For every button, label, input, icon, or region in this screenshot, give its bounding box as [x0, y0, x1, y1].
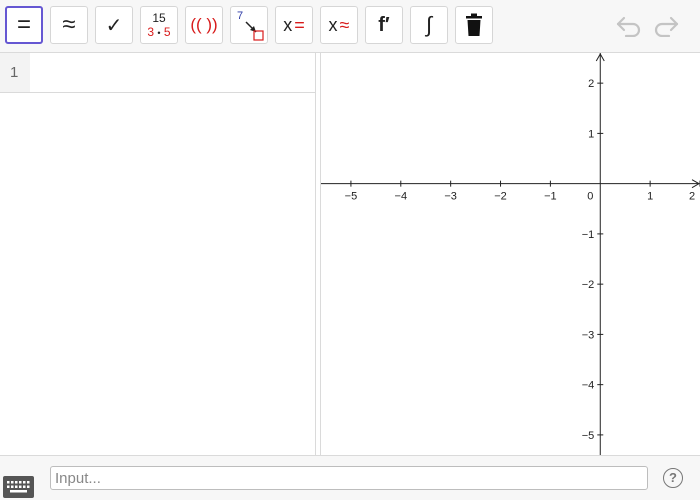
- cas-row-number: 1: [0, 53, 30, 92]
- expand-button[interactable]: (( )): [185, 6, 223, 44]
- keep-input-label: ✓: [105, 14, 123, 37]
- substitute-icon: [245, 21, 264, 41]
- keep-input-button[interactable]: ✓: [95, 6, 133, 44]
- y-tick-label: −2: [582, 279, 595, 291]
- x-tick-label: −2: [494, 191, 507, 203]
- y-tick-label: 1: [588, 128, 594, 140]
- y-tick-label: −5: [582, 430, 595, 442]
- numeric-label: ≈: [62, 11, 76, 38]
- derivative-button[interactable]: f′: [365, 6, 403, 44]
- x-tick-label: −4: [395, 191, 408, 203]
- coordinate-plane: −5 −4 −3 −2 −1 0 1 2 2 1 −1 −2 −3 −4 −5: [321, 52, 700, 455]
- factor-dot: •: [157, 28, 161, 38]
- solve-button[interactable]: x =: [275, 6, 313, 44]
- factor-bottom-right: 5: [163, 25, 171, 39]
- input-field[interactable]: [50, 466, 648, 490]
- nsolve-x: x: [328, 14, 338, 35]
- redo-button[interactable]: [651, 12, 681, 40]
- y-tick-label: −1: [582, 229, 595, 241]
- solve-eq: =: [294, 14, 305, 35]
- solve-x: x: [283, 14, 293, 35]
- input-bar: ?: [0, 455, 700, 500]
- delete-button[interactable]: [455, 6, 493, 44]
- nsolve-button[interactable]: x ≈: [320, 6, 358, 44]
- factor-top: 15: [152, 11, 166, 25]
- y-tick-label: −3: [582, 329, 595, 341]
- substitute-button[interactable]: 7: [230, 6, 268, 44]
- integral-label: ∫: [425, 12, 433, 37]
- expand-label: (( )): [190, 15, 218, 34]
- cas-row: 1: [0, 53, 315, 93]
- evaluate-button[interactable]: =: [5, 6, 43, 44]
- evaluate-label: =: [16, 11, 31, 38]
- numeric-button[interactable]: ≈: [50, 6, 88, 44]
- redo-icon: [654, 16, 679, 37]
- x-tick-label: −1: [544, 191, 557, 203]
- cas-row-input[interactable]: [30, 53, 315, 92]
- x-tick-label: 2: [689, 191, 695, 203]
- undo-icon: [616, 16, 641, 37]
- toolbar: = ≈ ✓ 15 3 • 5 (( )) 7 x = x ≈ f′ ∫: [0, 0, 700, 53]
- graphics-view[interactable]: −5 −4 −3 −2 −1 0 1 2 2 1 −1 −2 −3 −4 −5: [321, 52, 700, 455]
- integral-button[interactable]: ∫: [410, 6, 448, 44]
- keyboard-icon[interactable]: [3, 476, 34, 498]
- cas-view: 1: [0, 53, 315, 455]
- x-tick-label: −5: [345, 191, 358, 203]
- help-icon[interactable]: ?: [663, 468, 683, 488]
- nsolve-eq: ≈: [339, 14, 350, 35]
- x-tick-label: −3: [444, 191, 457, 203]
- x-tick-label: 0: [587, 191, 593, 203]
- y-tick-label: 2: [588, 78, 594, 90]
- factor-bottom-left: 3: [147, 25, 155, 39]
- derivative-label: f′: [378, 13, 390, 36]
- x-tick-label: 1: [647, 191, 653, 203]
- trash-icon: [466, 13, 482, 36]
- factor-button[interactable]: 15 3 • 5: [140, 6, 178, 44]
- undo-button[interactable]: [614, 12, 644, 40]
- y-tick-label: −4: [582, 380, 595, 392]
